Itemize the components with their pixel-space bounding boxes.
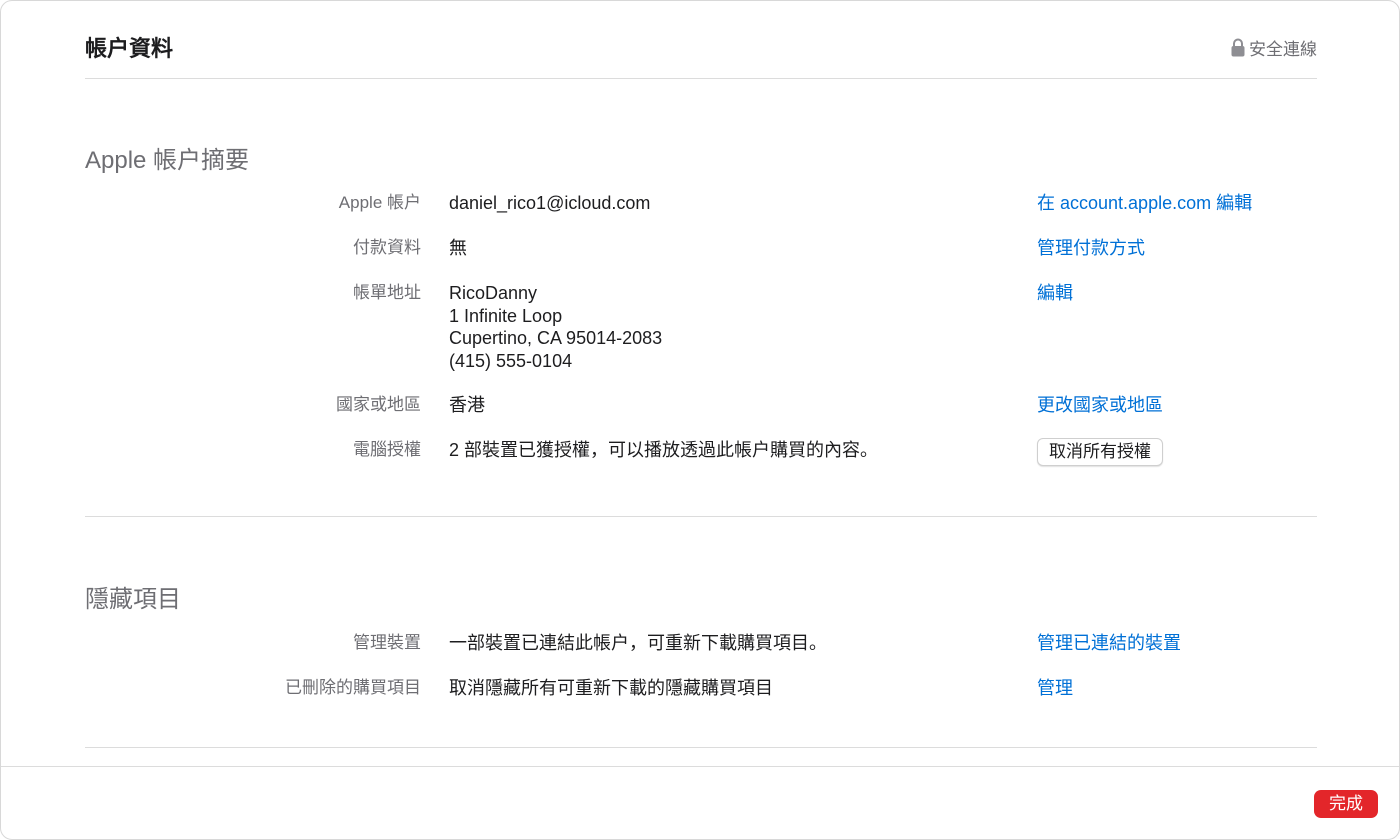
address-line: RicoDanny xyxy=(449,283,538,303)
footer-divider xyxy=(1,766,1399,767)
account-info-window: 帳户資料 安全連線 Apple 帳户摘要 Apple 帳户 daniel_ric… xyxy=(0,0,1400,840)
row-label: 管理裝置 xyxy=(353,633,421,652)
address-line: 1 Infinite Loop xyxy=(449,305,563,326)
secure-connection-label: 安全連線 xyxy=(1249,40,1317,59)
row-value: 無 xyxy=(449,238,467,258)
row-value: 一部裝置已連結此帳户，可重新下載購買項目。 xyxy=(449,633,827,653)
row-label: 電腦授權 xyxy=(353,440,421,459)
edit-at-account-link[interactable]: 在 account.apple.com 編輯 xyxy=(1037,192,1252,214)
row-label: Apple 帳户 xyxy=(338,193,421,212)
page-title: 帳户資料 xyxy=(85,36,174,61)
manage-payment-link[interactable]: 管理付款方式 xyxy=(1037,237,1145,259)
section-divider xyxy=(85,516,1317,517)
done-button[interactable]: 完成 xyxy=(1314,790,1378,818)
section-divider xyxy=(85,747,1317,748)
row-value: 2 部裝置已獲授權，可以播放透過此帳户購買的內容。 xyxy=(449,440,879,460)
summary-section-title: Apple 帳户摘要 xyxy=(85,147,250,174)
row-value: 取消隱藏所有可重新下載的隱藏購買項目 xyxy=(449,678,773,698)
lock-icon xyxy=(1231,38,1245,57)
edit-address-link[interactable]: 編輯 xyxy=(1037,282,1073,304)
billing-address: RicoDanny 1 Infinite Loop Cupertino, CA … xyxy=(449,282,662,372)
address-line: (415) 555-0104 xyxy=(449,350,573,371)
row-label: 付款資料 xyxy=(353,238,421,257)
row-value: daniel_rico1@icloud.com xyxy=(449,193,651,213)
deauthorize-all-button[interactable]: 取消所有授權 xyxy=(1037,438,1163,466)
change-country-link[interactable]: 更改國家或地區 xyxy=(1037,394,1163,416)
secure-connection: 安全連線 xyxy=(1231,35,1317,60)
address-line: Cupertino, CA 95014-2083 xyxy=(449,328,663,348)
hidden-section-title: 隱藏項目 xyxy=(85,586,181,613)
manage-linked-devices-link[interactable]: 管理已連結的裝置 xyxy=(1037,632,1181,654)
row-label: 已刪除的購買項目 xyxy=(285,678,421,697)
row-label: 帳單地址 xyxy=(353,283,421,302)
manage-hidden-purchases-link[interactable]: 管理 xyxy=(1037,677,1073,699)
row-label: 國家或地區 xyxy=(336,395,421,414)
header: 帳户資料 安全連線 xyxy=(85,1,1317,79)
row-value: 香港 xyxy=(449,395,485,415)
